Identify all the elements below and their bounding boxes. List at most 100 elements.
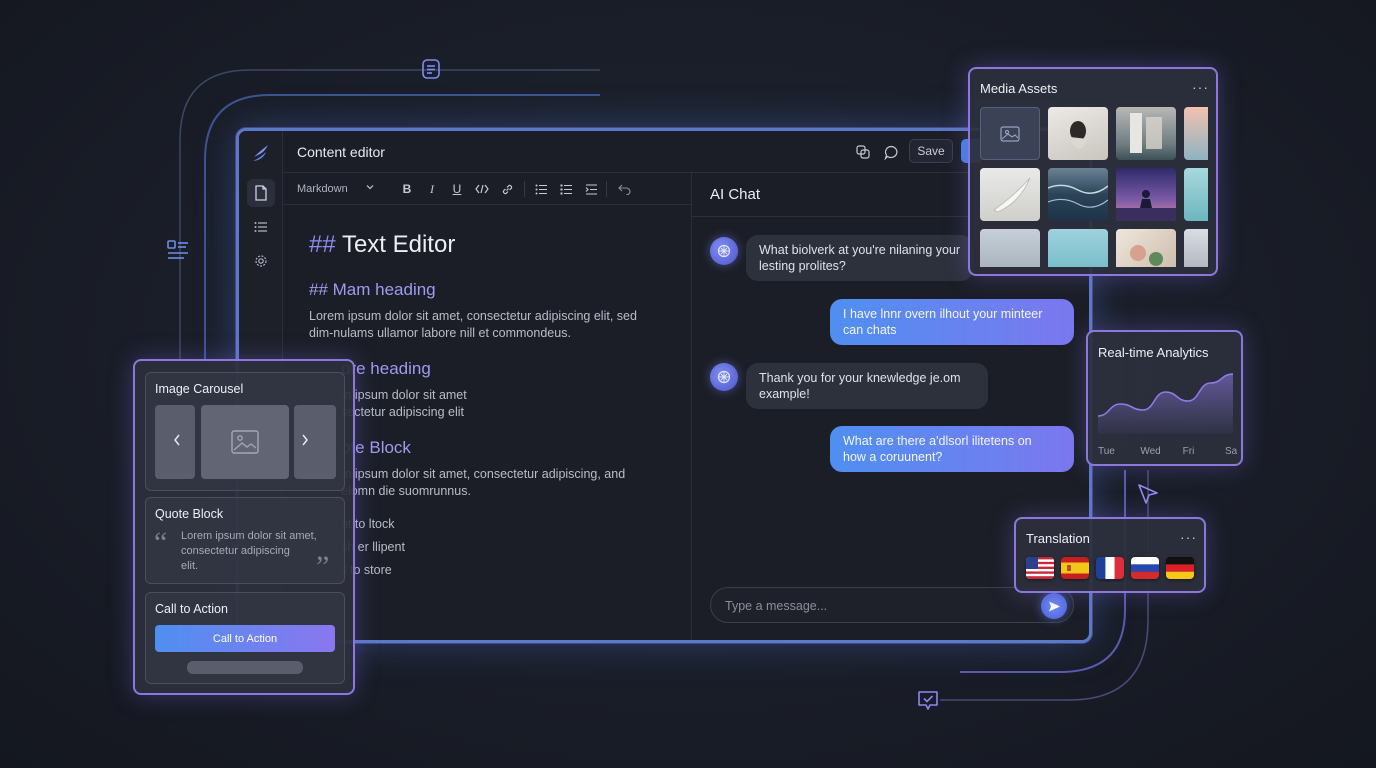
analytics-title: Real-time Analytics bbox=[1098, 345, 1209, 360]
call-to-action-card[interactable]: Call to Action Call to Action bbox=[145, 592, 345, 684]
chevron-down-icon bbox=[365, 182, 375, 192]
document-text-icon bbox=[420, 58, 442, 80]
editor-paragraph: m ipsum dolor sit amet sectetur adipisci… bbox=[341, 388, 467, 419]
translation-title: Translation bbox=[1026, 531, 1090, 546]
editor-heading: ## Mam heading bbox=[309, 280, 436, 299]
chat-message-ai: What biolverk at you're nilaning your les… bbox=[746, 235, 974, 281]
x-tick-label: Tue bbox=[1098, 446, 1115, 457]
ai-knot-icon bbox=[717, 244, 731, 258]
code-icon bbox=[475, 184, 489, 194]
comment-icon bbox=[883, 145, 897, 160]
quote-open-icon: “ bbox=[154, 526, 168, 559]
image-carousel-card[interactable]: Image Carousel bbox=[145, 372, 345, 491]
list-layout-icon bbox=[166, 238, 190, 262]
quote-close-icon: ” bbox=[316, 550, 330, 583]
germany-flag-icon[interactable] bbox=[1166, 557, 1194, 579]
more-options-icon[interactable]: ··· bbox=[1192, 79, 1209, 95]
quote-block-card[interactable]: Quote Block “ Lorem ipsum dolor sit amet… bbox=[145, 497, 345, 584]
chat-message-input[interactable] bbox=[725, 596, 1025, 616]
indent-button[interactable] bbox=[583, 181, 599, 197]
call-to-action-button[interactable]: Call to Action bbox=[155, 625, 335, 652]
code-button[interactable] bbox=[474, 181, 490, 197]
call-to-action-title: Call to Action bbox=[155, 602, 228, 616]
editor-paragraph: Lorem ipsum dolor sit amet, consectetur … bbox=[309, 309, 637, 340]
formatting-toolbar: Markdown B I U bbox=[283, 173, 691, 205]
media-thumbnail[interactable] bbox=[980, 168, 1040, 221]
format-select[interactable]: Markdown bbox=[297, 183, 348, 195]
comments-button[interactable] bbox=[881, 142, 901, 162]
quote-text: Lorem ipsum dolor sit amet, consectetur … bbox=[181, 530, 317, 572]
analytics-chart: Tue Wed Fri San bbox=[1097, 373, 1237, 457]
media-thumbnail[interactable] bbox=[1048, 107, 1108, 160]
ai-knot-icon bbox=[717, 370, 731, 384]
image-icon bbox=[1000, 125, 1020, 142]
app-logo-icon bbox=[250, 141, 272, 163]
russia-flag-icon[interactable] bbox=[1131, 557, 1159, 579]
collaborate-button[interactable] bbox=[853, 142, 873, 162]
save-button[interactable]: Save bbox=[909, 139, 953, 163]
editor-title: ## Text Editor bbox=[309, 231, 456, 258]
bold-icon: B bbox=[402, 182, 412, 196]
file-icon bbox=[255, 185, 267, 201]
media-thumbnail[interactable] bbox=[1116, 168, 1176, 221]
quote-block-title: Quote Block bbox=[155, 507, 224, 521]
bold-button[interactable]: B bbox=[399, 181, 415, 197]
media-assets-panel: Media Assets ··· bbox=[968, 67, 1218, 276]
us-flag-icon[interactable] bbox=[1026, 557, 1054, 579]
media-thumbnail[interactable] bbox=[980, 229, 1040, 267]
media-thumbnail[interactable] bbox=[1048, 168, 1108, 221]
media-thumbnail[interactable] bbox=[1184, 107, 1208, 160]
media-thumbnail[interactable] bbox=[1184, 168, 1208, 221]
copy-icon bbox=[855, 144, 870, 159]
france-flag-icon[interactable] bbox=[1096, 557, 1124, 579]
list-icon bbox=[254, 222, 267, 232]
numbered-list-icon bbox=[560, 184, 572, 194]
media-upload-placeholder[interactable] bbox=[980, 107, 1040, 160]
link-icon bbox=[502, 184, 512, 194]
italic-button[interactable]: I bbox=[424, 181, 440, 197]
undo-button[interactable] bbox=[616, 181, 632, 197]
underline-button[interactable]: U bbox=[449, 181, 465, 197]
message-check-icon bbox=[916, 688, 940, 712]
components-panel: Image Carousel Quote Block “ Lorem ipsum… bbox=[133, 359, 355, 695]
link-button[interactable] bbox=[499, 181, 515, 197]
media-thumbnail[interactable] bbox=[1116, 229, 1176, 267]
numbered-list-button[interactable] bbox=[558, 181, 574, 197]
underline-icon: U bbox=[452, 182, 462, 196]
more-options-icon[interactable]: ··· bbox=[1180, 529, 1197, 545]
secondary-button-placeholder[interactable] bbox=[187, 661, 303, 674]
chat-title: AI Chat bbox=[710, 186, 761, 203]
media-thumbnail[interactable] bbox=[1048, 229, 1108, 267]
bullet-list-icon bbox=[535, 184, 547, 194]
ai-avatar bbox=[710, 237, 738, 265]
cursor-pointer-icon bbox=[1136, 482, 1160, 506]
rail-settings-button[interactable] bbox=[247, 247, 275, 275]
indent-icon bbox=[585, 183, 597, 195]
editor-paragraph: m ipsum dolor sit amet, consectetur adip… bbox=[341, 467, 626, 498]
page-title: Content editor bbox=[297, 144, 385, 160]
rail-list-button[interactable] bbox=[247, 213, 275, 241]
media-grid bbox=[980, 107, 1208, 267]
chevron-left-icon[interactable] bbox=[172, 433, 182, 447]
spain-flag-icon[interactable] bbox=[1061, 557, 1089, 579]
ai-avatar bbox=[710, 363, 738, 391]
gear-icon bbox=[255, 255, 267, 267]
media-thumbnail[interactable] bbox=[1184, 229, 1208, 267]
media-assets-title: Media Assets bbox=[980, 81, 1058, 96]
italic-icon: I bbox=[430, 181, 434, 196]
image-icon bbox=[231, 430, 259, 454]
x-tick-label: San bbox=[1225, 446, 1237, 457]
send-button[interactable] bbox=[1041, 593, 1067, 619]
media-thumbnail[interactable] bbox=[1116, 107, 1176, 160]
bullet-list-button[interactable] bbox=[533, 181, 549, 197]
image-carousel-title: Image Carousel bbox=[155, 382, 244, 396]
carousel-slide-current[interactable] bbox=[201, 405, 289, 479]
x-tick-label: Wed bbox=[1140, 446, 1160, 457]
x-tick-label: Fri bbox=[1183, 446, 1195, 457]
undo-icon bbox=[617, 184, 631, 195]
send-icon bbox=[1048, 601, 1060, 611]
content-editor-window: Content editor Save Markdown B I U ## Te… bbox=[236, 128, 1092, 643]
chevron-right-icon[interactable] bbox=[300, 433, 310, 447]
rail-documents-button[interactable] bbox=[247, 179, 275, 207]
chat-message-user: I have lnnr overn ilhout your minteer can… bbox=[830, 299, 1074, 345]
